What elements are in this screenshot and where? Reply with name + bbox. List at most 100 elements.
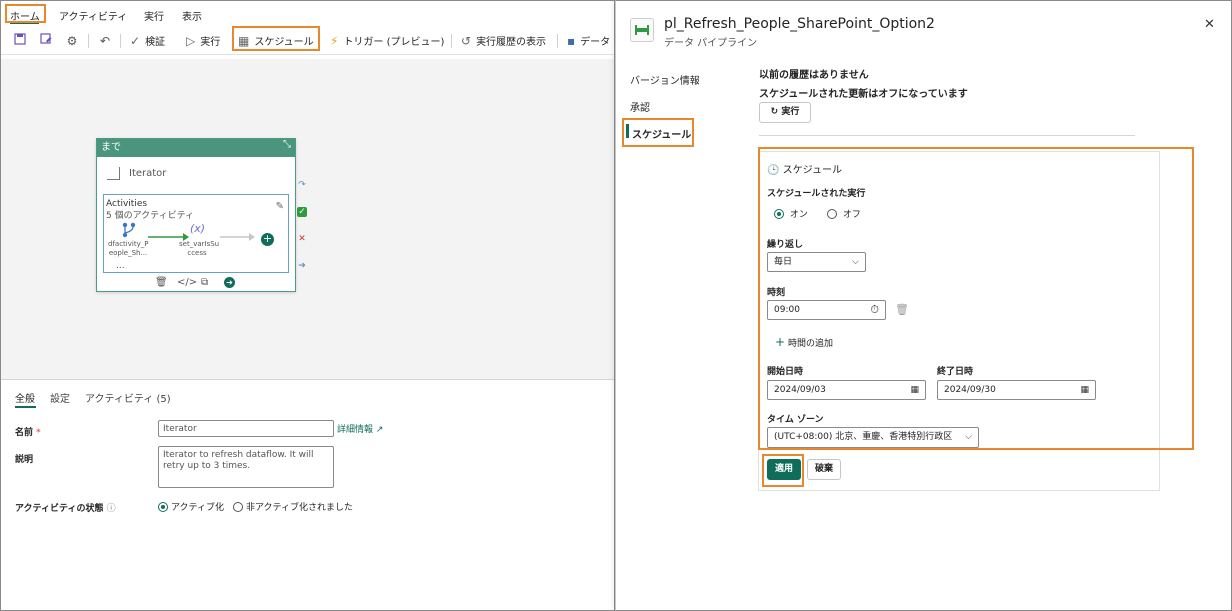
info-icon: ⓘ: [106, 504, 116, 514]
validate-button[interactable]: ✓ 検証: [130, 33, 165, 49]
nav-schedule[interactable]: スケジュール: [632, 126, 691, 141]
calendar-icon: ▦: [1080, 385, 1089, 395]
go-arrow-icon[interactable]: ➜: [224, 277, 235, 288]
activities-count: 5 個のアクティビティ: [106, 211, 195, 221]
save-as-icon[interactable]: [38, 33, 54, 49]
checkmark-icon: ✓: [130, 34, 141, 48]
run-now-button[interactable]: ↻ 実行: [759, 102, 811, 123]
repeat-label: 繰り返し: [767, 240, 804, 250]
skip-output-icon[interactable]: ↷: [297, 180, 307, 190]
success-output-icon[interactable]: ✓: [297, 207, 307, 217]
tab-settings[interactable]: 設定: [50, 390, 70, 405]
add-activity-icon[interactable]: +: [261, 233, 274, 246]
fail-output-icon[interactable]: ✕: [297, 234, 307, 244]
radio-off-icon: [233, 502, 243, 512]
discard-button[interactable]: 破棄: [807, 459, 841, 480]
code-icon[interactable]: </>: [177, 277, 197, 288]
toolbar-divider: [120, 34, 121, 48]
chevron-down-icon: ⌵: [965, 432, 972, 442]
history-icon: ↺: [461, 34, 472, 48]
activities-container[interactable]: Activities 5 個のアクティビティ ✎ dfactivity_P eo…: [103, 194, 289, 273]
copy-icon[interactable]: ⧉: [201, 277, 208, 288]
start-date-input[interactable]: 2024/09/03 ▦: [767, 380, 926, 400]
undo-icon[interactable]: ↶: [97, 33, 113, 49]
trigger-button[interactable]: ⚡ トリガー (プレビュー): [330, 33, 444, 49]
card-header: まで: [97, 139, 295, 157]
nav-version-info[interactable]: バージョン情報: [630, 72, 700, 87]
end-label: 終了日時: [937, 367, 974, 377]
delete-time-icon[interactable]: 🗑: [895, 303, 909, 316]
pipeline-canvas[interactable]: [1, 59, 614, 379]
menu-home[interactable]: ホーム: [10, 8, 40, 23]
until-activity-card[interactable]: まで ⤡ Iterator Activities 5 個のアクティビティ ✎ d…: [96, 138, 296, 292]
panel-title: pl_Refresh_People_SharePoint_Option2: [664, 16, 935, 32]
menu-view[interactable]: 表示: [182, 8, 202, 23]
chevron-down-icon: ⌵: [852, 257, 859, 267]
loop-icon: [107, 167, 120, 180]
properties-pane: 全般 設定 アクティビティ (5) 名前 * Iterator 詳細情報 ↗ 説…: [1, 379, 614, 610]
refresh-off-text: スケジュールされた更新はオフになっています: [759, 89, 968, 100]
end-date-input[interactable]: 2024/09/30 ▦: [937, 380, 1096, 400]
clock-icon: ⏱: [870, 303, 879, 316]
repeat-dropdown[interactable]: 毎日 ⌵: [767, 252, 866, 272]
toolbar-divider: [451, 34, 452, 48]
run-history-button[interactable]: ↺ 実行履歴の表示: [461, 33, 546, 49]
external-link-icon: ↗: [375, 425, 384, 435]
nav-active-indicator: [626, 124, 629, 138]
schedule-on-radio[interactable]: オン: [774, 207, 808, 220]
schedule-button[interactable]: ▦ スケジュール: [238, 33, 314, 49]
time-label: 時刻: [767, 288, 786, 298]
tab-active-underline: [15, 406, 36, 408]
schedule-heading: 🕒 スケジュール: [767, 165, 842, 176]
run-button[interactable]: ▷ 実行: [186, 33, 220, 49]
state-inactive-radio[interactable]: 非アクティブ化されました: [233, 500, 353, 513]
save-icon[interactable]: [12, 33, 28, 49]
close-icon[interactable]: ✕: [1204, 17, 1215, 32]
calendar-icon: ▦: [910, 385, 919, 395]
radio-on-icon: [158, 502, 168, 512]
play-icon: ▷: [186, 34, 196, 48]
timezone-dropdown[interactable]: (UTC+08:00) 北京、重慶、香港特別行政区 ⌵: [767, 427, 979, 448]
card-title: Iterator: [129, 168, 167, 179]
description-input[interactable]: Iterator to refresh dataflow. It will re…: [158, 446, 334, 488]
clock-icon: 🕒: [767, 165, 780, 176]
delete-icon[interactable]: 🗑: [155, 277, 168, 288]
tab-general[interactable]: 全般: [15, 390, 35, 405]
data-icon: ▪: [567, 34, 576, 48]
node-dataflow-label[interactable]: dfactivity_P eople_Sh...: [108, 240, 148, 258]
node-setvar-label[interactable]: set_varIsSu ccess: [179, 240, 219, 258]
pending-arrow: [220, 233, 255, 241]
gear-icon[interactable]: ⚙: [64, 33, 80, 49]
toolbar: ⚙ ↶ ✓ 検証 ▷ 実行 ▦ スケジュール ⚡ トリガー (プレビュー) ↺ 実行履歴の…: [1, 27, 614, 55]
collapse-icon[interactable]: ⤡: [283, 139, 291, 150]
menu-bar: ホーム アクティビティ 実行 表示: [1, 1, 614, 27]
toolbar-divider: [88, 34, 89, 48]
dataflow-icon: [122, 222, 136, 238]
more-indicator: ...: [116, 261, 125, 271]
time-input[interactable]: 09:00 ⏱: [767, 300, 886, 320]
apply-button[interactable]: 適用: [767, 459, 801, 480]
scheduled-run-label: スケジュールされた実行: [767, 189, 866, 199]
schedule-off-radio[interactable]: オフ: [827, 207, 861, 220]
menu-run[interactable]: 実行: [144, 8, 164, 23]
pencil-icon[interactable]: ✎: [276, 201, 284, 212]
add-time-button[interactable]: + 時間の追加: [775, 335, 833, 349]
toolbar-divider: [557, 34, 558, 48]
name-input[interactable]: Iterator: [158, 420, 334, 437]
no-history-text: 以前の履歴はありません: [759, 70, 869, 81]
divider: [759, 135, 1135, 136]
state-active-radio[interactable]: アクティブ化: [158, 500, 224, 513]
menu-active-underline: [10, 22, 39, 24]
pipeline-icon: [630, 18, 654, 42]
more-info-link[interactable]: 詳細情報 ↗: [337, 422, 383, 435]
required-mark: *: [36, 428, 41, 438]
nav-endorsement[interactable]: 承認: [630, 99, 650, 114]
tab-activities[interactable]: アクティビティ (5): [85, 390, 171, 405]
activity-state-label: アクティビティの状態 ⓘ: [15, 504, 116, 514]
menu-activities[interactable]: アクティビティ: [59, 8, 127, 23]
timezone-label: タイム ゾーン: [767, 415, 824, 425]
schedule-card: 🕒 スケジュール スケジュールされた実行 オン オフ 繰り返し 毎日 ⌵ 時刻 0…: [758, 151, 1160, 491]
data-button[interactable]: ▪ データ: [567, 33, 610, 49]
complete-output-icon[interactable]: ➔: [297, 261, 307, 271]
panel-subtitle: データ パイプライン: [664, 38, 758, 49]
